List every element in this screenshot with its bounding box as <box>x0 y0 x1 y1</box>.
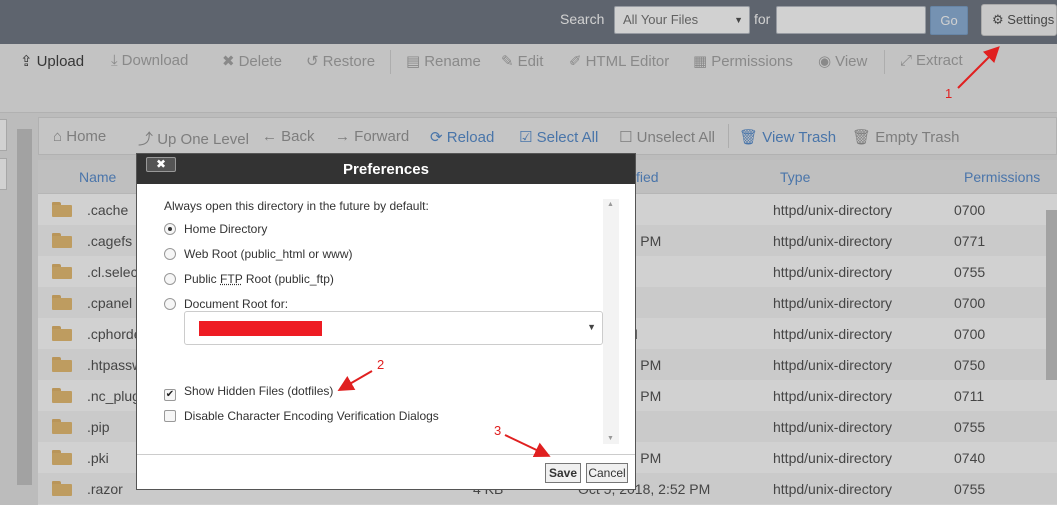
arrow-to-save <box>504 434 551 458</box>
annotation-number-1: 1 <box>945 86 953 101</box>
annotation-number-3: 3 <box>494 423 502 438</box>
annotation-number-2: 2 <box>377 357 385 372</box>
arrow-to-show-hidden <box>337 370 373 392</box>
annotation-arrows <box>337 46 1000 458</box>
arrow-to-settings <box>957 46 1000 89</box>
